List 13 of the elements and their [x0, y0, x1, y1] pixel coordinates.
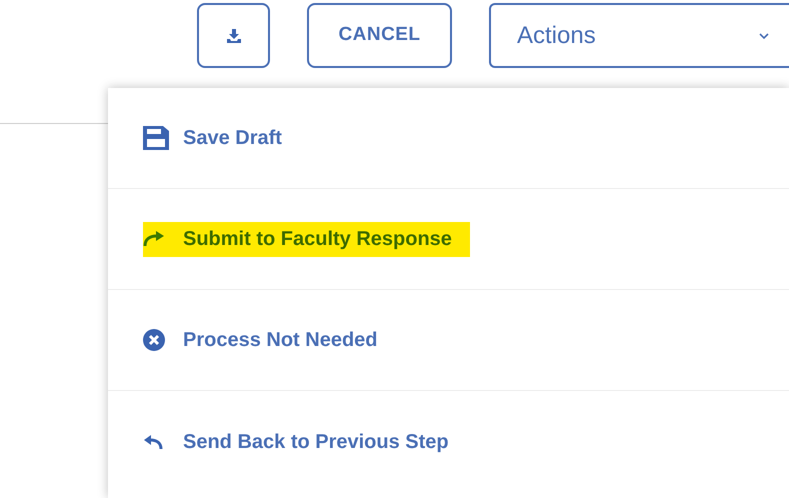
menu-item[interactable]: Process Not Needed [143, 322, 396, 358]
redo-arrow-icon [143, 231, 165, 247]
menu-item[interactable]: Save Draft [143, 120, 300, 156]
menu-item[interactable]: Send Back to Previous Step [143, 424, 467, 459]
actions-dropdown[interactable]: Actions [489, 3, 789, 68]
menu-item[interactable]: Submit to Faculty Response [143, 222, 470, 256]
cancel-button[interactable]: CANCEL [307, 3, 452, 68]
download-button[interactable] [197, 3, 270, 68]
undo-arrow-icon [143, 434, 163, 450]
save-icon [143, 126, 169, 150]
download-icon [226, 28, 242, 42]
close-circle-icon [143, 329, 165, 351]
chevron-down-icon [759, 32, 769, 38]
